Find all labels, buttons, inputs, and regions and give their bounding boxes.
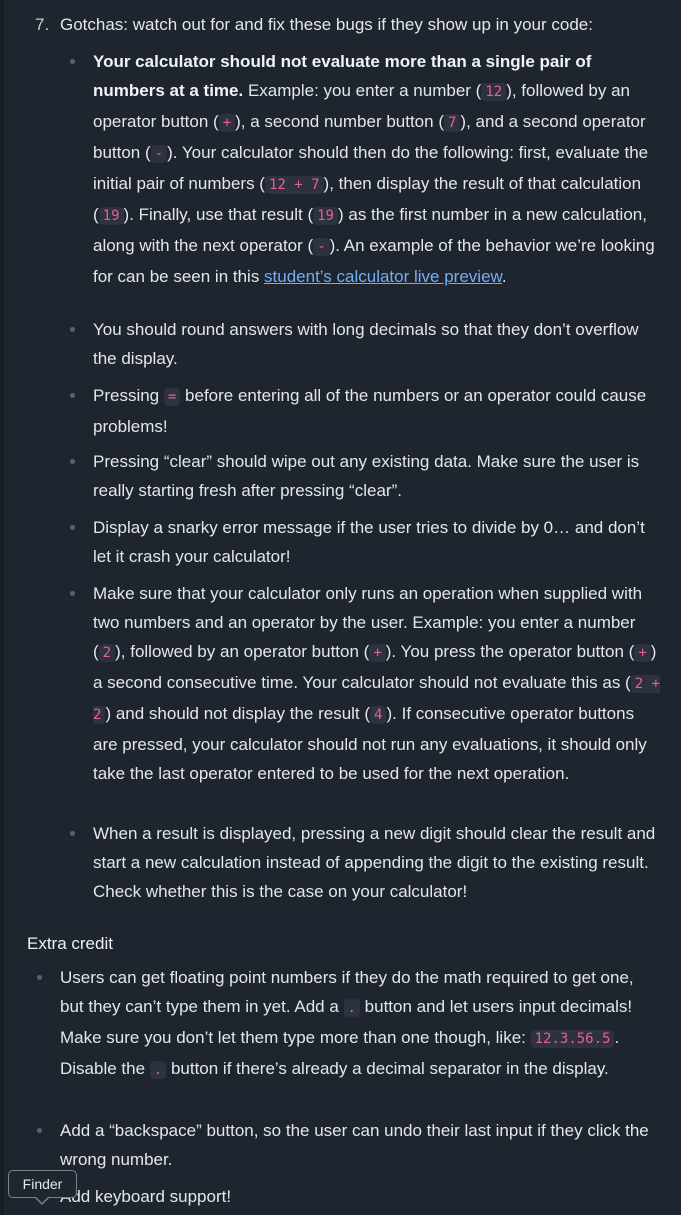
live-preview-link[interactable]: student’s calculator live preview xyxy=(264,267,502,286)
gotcha-new-digit: When a result is displayed, pressing a n… xyxy=(70,819,661,906)
list-item-title: Gotchas: watch out for and fix these bug… xyxy=(60,15,593,34)
code-snippet: 12 + 7 xyxy=(264,176,324,194)
finder-tooltip: Finder xyxy=(8,1170,77,1198)
code-snippet: . xyxy=(149,1061,167,1079)
code-snippet: + xyxy=(369,644,386,662)
code-snippet: = xyxy=(163,388,181,406)
code-snippet: + xyxy=(218,114,236,132)
gotcha-single-pair: Your calculator should not evaluate more… xyxy=(70,47,661,291)
code-snippet: 2 xyxy=(98,644,116,662)
tooltip-arrow-fill xyxy=(35,1196,49,1203)
code-snippet: - xyxy=(150,145,168,163)
extra-keyboard-support: Add keyboard support! xyxy=(37,1182,661,1211)
code-snippet: . xyxy=(343,999,360,1017)
list-number: 7. xyxy=(35,15,50,34)
gotcha-clear: Pressing “clear” should wipe out any exi… xyxy=(70,447,661,505)
gotcha-round-answers: You should round answers with long decim… xyxy=(70,315,661,373)
code-snippet: 19 xyxy=(313,207,338,225)
gotcha-consecutive-operators: Make sure that your calculator only runs… xyxy=(70,579,661,788)
code-snippet: + xyxy=(634,644,651,662)
gotcha-equals-early: Pressing = before entering all of the nu… xyxy=(70,381,661,441)
code-snippet: 12 xyxy=(481,83,507,101)
gotcha-divide-by-zero: Display a snarky error message if the us… xyxy=(70,513,661,571)
extra-backspace: Add a “backspace” button, so the user ca… xyxy=(37,1116,661,1174)
code-snippet: 7 xyxy=(443,114,461,132)
extra-decimal-button: Users can get floating point numbers if … xyxy=(37,963,661,1085)
code-snippet: 19 xyxy=(98,207,124,225)
code-snippet: 12.3.56.5 xyxy=(530,1030,615,1048)
extra-credit-heading: Extra credit xyxy=(27,934,113,953)
code-snippet: - xyxy=(313,238,330,256)
code-snippet: 4 xyxy=(370,706,387,724)
left-border xyxy=(0,0,4,1215)
